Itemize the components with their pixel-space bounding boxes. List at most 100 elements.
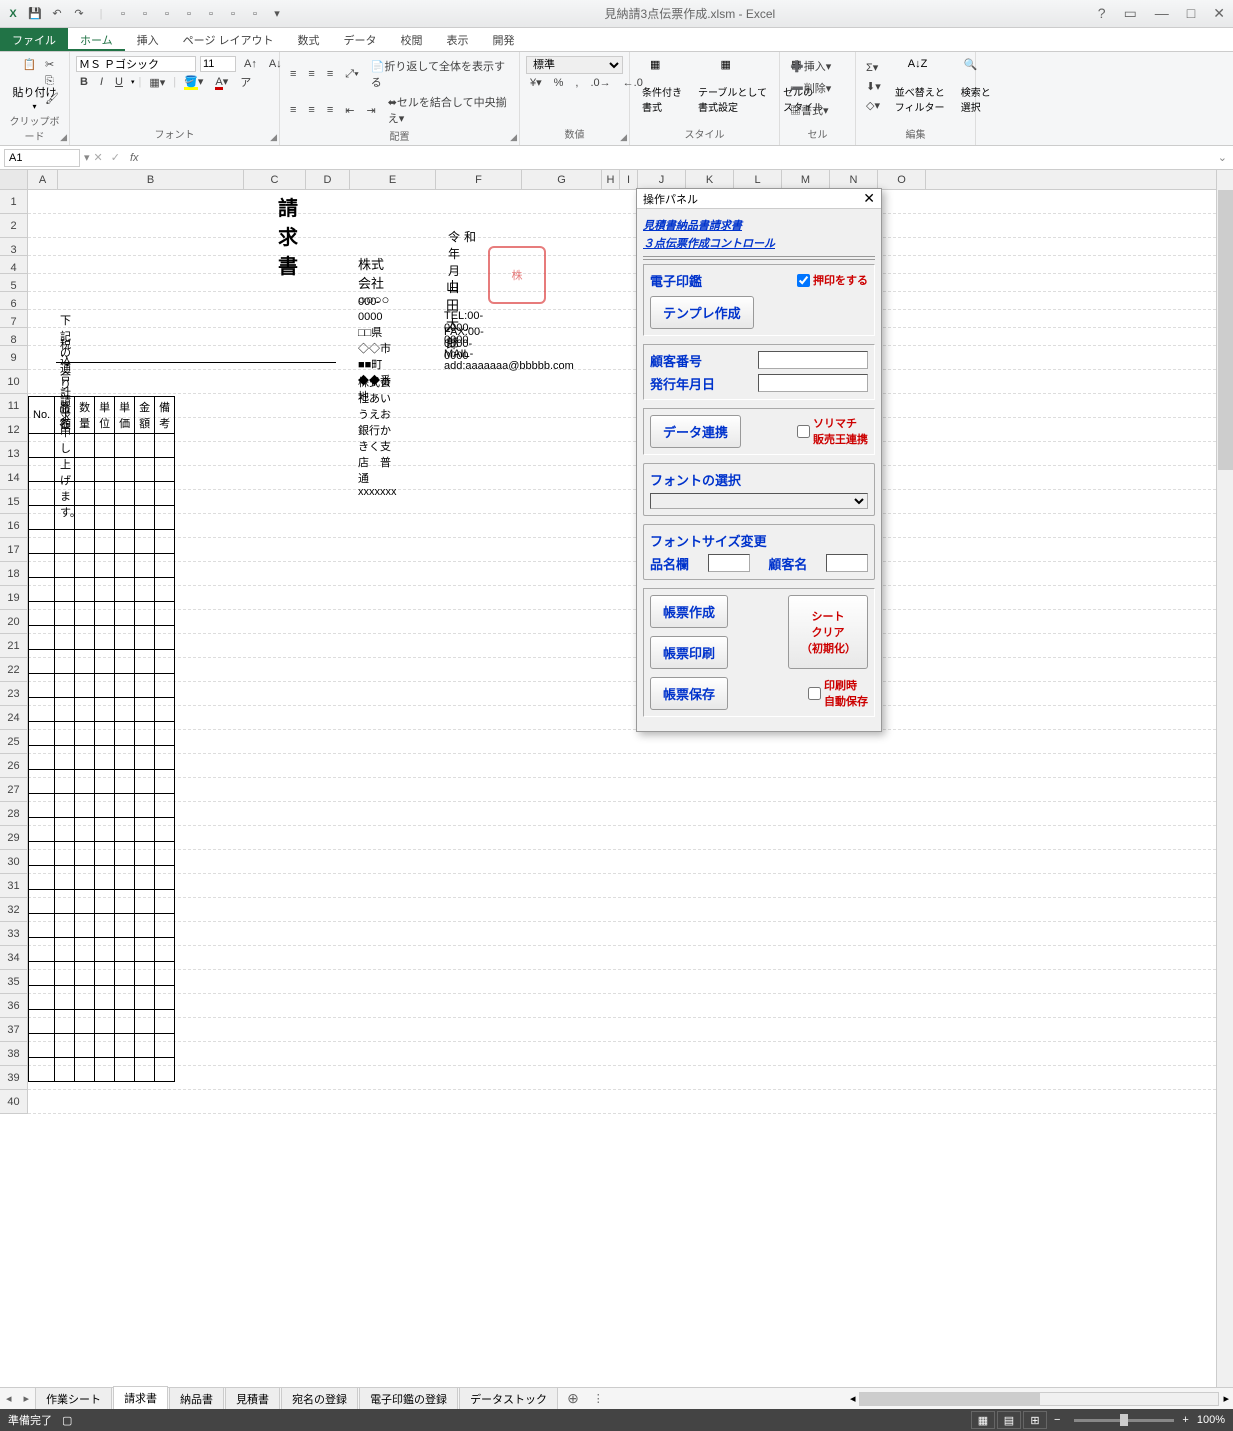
redo-icon[interactable]: ↷ <box>70 5 88 23</box>
tab-split-icon[interactable]: ⋮ <box>587 1392 610 1405</box>
auto-save-checkbox[interactable]: 印刷時自動保存 <box>808 677 868 709</box>
row-header[interactable]: 11 <box>0 394 28 418</box>
table-row[interactable] <box>29 530 175 554</box>
table-row[interactable] <box>29 962 175 986</box>
qat-btn-8[interactable]: ▾ <box>268 5 286 23</box>
grow-font-icon[interactable]: A↑ <box>240 56 261 72</box>
row-header[interactable]: 33 <box>0 922 28 946</box>
indent-dec-icon[interactable]: ⇤ <box>341 102 358 119</box>
table-format-button[interactable]: ▦テーブルとして 書式設定 <box>692 56 773 116</box>
fill-icon[interactable]: ⬇▾ <box>862 78 885 95</box>
close-icon[interactable]: ✕ <box>1209 5 1229 22</box>
view-layout-icon[interactable]: ▤ <box>997 1411 1021 1429</box>
panel-close-icon[interactable]: ✕ <box>863 190 875 207</box>
row-header[interactable]: 3 <box>0 238 28 256</box>
col-header-A[interactable]: A <box>28 170 58 189</box>
col-header-I[interactable]: I <box>620 170 638 189</box>
zoom-in-icon[interactable]: + <box>1182 1414 1188 1426</box>
fx-icon[interactable]: fx <box>124 152 145 164</box>
table-row[interactable] <box>29 1058 175 1082</box>
row-header[interactable]: 38 <box>0 1042 28 1066</box>
row-header[interactable]: 1 <box>0 190 28 214</box>
orientation-icon[interactable]: ⤢▾ <box>341 66 362 83</box>
col-header-H[interactable]: H <box>602 170 620 189</box>
row-header[interactable]: 19 <box>0 586 28 610</box>
tab-file[interactable]: ファイル <box>0 28 68 51</box>
row-header[interactable]: 37 <box>0 1018 28 1042</box>
table-row[interactable] <box>29 458 175 482</box>
table-row[interactable] <box>29 506 175 530</box>
row-header[interactable]: 10 <box>0 370 28 394</box>
table-row[interactable] <box>29 722 175 746</box>
row-header[interactable]: 15 <box>0 490 28 514</box>
number-format-select[interactable]: 標準 <box>526 56 623 74</box>
row-header[interactable]: 17 <box>0 538 28 562</box>
add-sheet-icon[interactable]: ⊕ <box>559 1390 587 1407</box>
table-row[interactable] <box>29 626 175 650</box>
sheet-tab-quote[interactable]: 見積書 <box>225 1387 280 1410</box>
wrap-text-button[interactable]: 📄折り返して全体を表示する <box>367 56 513 92</box>
table-row[interactable] <box>29 1010 175 1034</box>
form-create-button[interactable]: 帳票作成 <box>650 595 728 628</box>
maximize-icon[interactable]: □ <box>1183 5 1199 22</box>
table-row[interactable] <box>29 866 175 890</box>
table-row[interactable] <box>29 650 175 674</box>
col-header-G[interactable]: G <box>522 170 602 189</box>
row-header[interactable]: 40 <box>0 1090 28 1114</box>
table-row[interactable] <box>29 746 175 770</box>
align-top-icon[interactable]: ≡ <box>286 66 300 82</box>
row-header[interactable]: 26 <box>0 754 28 778</box>
seal-checkbox[interactable]: 押印をする <box>797 272 868 288</box>
sheet-tab-delivery[interactable]: 納品書 <box>169 1387 224 1410</box>
zoom-out-icon[interactable]: − <box>1054 1414 1060 1426</box>
cust-no-input[interactable] <box>758 351 868 369</box>
col-header-K[interactable]: K <box>686 170 734 189</box>
ribbon-options-icon[interactable]: ▭ <box>1120 5 1141 22</box>
form-print-button[interactable]: 帳票印刷 <box>650 636 728 669</box>
qat-btn-1[interactable]: ▫ <box>114 5 132 23</box>
view-normal-icon[interactable]: ▦ <box>971 1411 995 1429</box>
view-pagebreak-icon[interactable]: ⊞ <box>1023 1411 1047 1429</box>
seal-checkbox-input[interactable] <box>797 274 810 287</box>
row-header[interactable]: 28 <box>0 802 28 826</box>
enter-formula-icon[interactable]: ✓ <box>107 151 124 164</box>
zoom-value[interactable]: 100% <box>1197 1414 1225 1426</box>
indent-inc-icon[interactable]: ⇥ <box>362 102 379 119</box>
tab-layout[interactable]: ページ レイアウト <box>171 28 286 51</box>
sort-filter-button[interactable]: A↓Z並べ替えと フィルター <box>889 56 951 116</box>
vertical-scrollbar[interactable] <box>1216 170 1233 1387</box>
sorimachi-checkbox-input[interactable] <box>797 425 810 438</box>
table-row[interactable] <box>29 842 175 866</box>
table-row[interactable] <box>29 938 175 962</box>
cut-icon[interactable]: ✂ <box>41 56 63 73</box>
row-header[interactable]: 30 <box>0 850 28 874</box>
clear-icon[interactable]: ◇▾ <box>862 97 885 114</box>
qat-btn-6[interactable]: ▫ <box>224 5 242 23</box>
currency-icon[interactable]: ¥▾ <box>526 74 546 91</box>
delete-cells-button[interactable]: ➖削除▾ <box>786 78 849 98</box>
sheet-clear-button[interactable]: シートクリア（初期化） <box>788 595 868 669</box>
col-header-D[interactable]: D <box>306 170 350 189</box>
row-header[interactable]: 6 <box>0 292 28 310</box>
align-center-icon[interactable]: ≡ <box>304 102 318 118</box>
table-row[interactable] <box>29 914 175 938</box>
table-row[interactable] <box>29 434 175 458</box>
row-header[interactable]: 5 <box>0 274 28 292</box>
format-painter-icon[interactable]: 🖌 <box>41 90 63 107</box>
table-row[interactable] <box>29 1034 175 1058</box>
qat-btn-7[interactable]: ▫ <box>246 5 264 23</box>
select-all-corner[interactable] <box>0 170 28 189</box>
sheet-tab-invoice[interactable]: 請求書 <box>113 1386 168 1411</box>
row-header[interactable]: 39 <box>0 1066 28 1090</box>
table-row[interactable] <box>29 986 175 1010</box>
table-row[interactable] <box>29 770 175 794</box>
issue-date-input[interactable] <box>758 374 868 392</box>
autosum-icon[interactable]: Σ▾ <box>862 59 885 76</box>
tab-formulas[interactable]: 数式 <box>286 28 332 51</box>
row-header[interactable]: 31 <box>0 874 28 898</box>
tab-nav-last-icon[interactable]: ▸ <box>18 1392 36 1405</box>
cust-name-size-input[interactable] <box>826 554 868 572</box>
qat-btn-4[interactable]: ▫ <box>180 5 198 23</box>
row-header[interactable]: 36 <box>0 994 28 1018</box>
table-row[interactable] <box>29 578 175 602</box>
